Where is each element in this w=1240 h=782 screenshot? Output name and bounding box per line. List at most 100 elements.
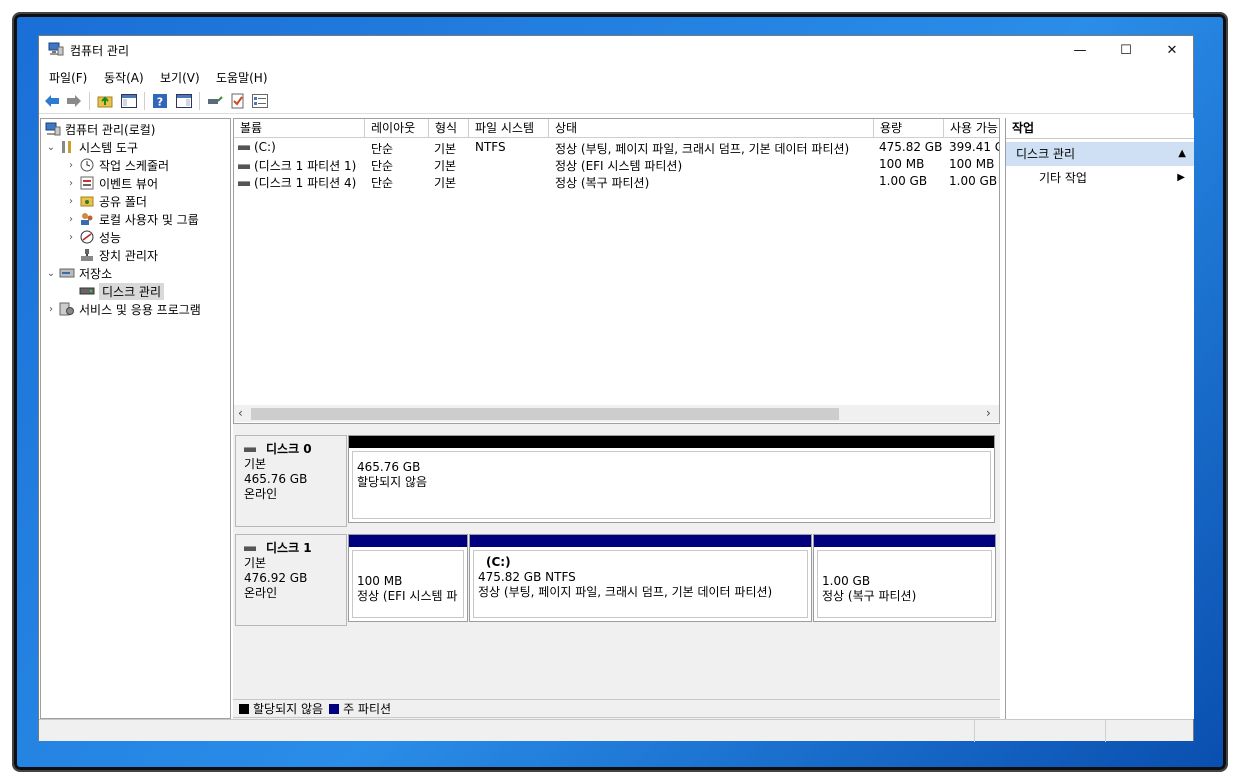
back-arrow-icon[interactable] (43, 92, 61, 110)
column-header-volume[interactable]: 볼륨 (234, 119, 365, 138)
menu-action[interactable]: 동작(A) (104, 69, 144, 86)
column-header-capacity[interactable]: 용량 (874, 119, 944, 138)
tree-item-event-viewer[interactable]: › 이벤트 뷰어 (65, 174, 158, 192)
tree-label: 로컬 사용자 및 그룹 (99, 212, 199, 227)
chevron-right-icon[interactable]: › (65, 214, 77, 225)
horizontal-scrollbar[interactable]: ‹ › (234, 405, 999, 422)
chevron-down-icon[interactable]: ⌄ (45, 268, 57, 279)
partition-size: 1.00 GB (822, 574, 871, 588)
actions-section-label: 디스크 관리 (1016, 147, 1076, 161)
actions-more-actions[interactable]: 기타 작업 ▶ (1006, 168, 1194, 188)
column-header-status[interactable]: 상태 (549, 119, 874, 138)
tree-label: 디스크 관리 (99, 282, 165, 300)
capacity-cell: 1.00 GB (879, 174, 928, 188)
table-row[interactable]: (디스크 1 파티션 4) 단순 기본 정상 (복구 파티션) 1.00 GB … (234, 173, 999, 190)
partition-info: 100 MB 정상 (EFI 시스템 파 (352, 550, 464, 618)
performance-icon (79, 229, 95, 245)
disk-0-label[interactable]: 디스크 0 기본 465.76 GB 온라인 (235, 435, 347, 527)
partition-status: 정상 (복구 파티션) (822, 589, 917, 603)
actions-section-disk-management[interactable]: 디스크 관리 ▲ (1006, 142, 1194, 166)
up-folder-icon[interactable] (96, 92, 114, 110)
properties-icon[interactable] (229, 92, 247, 110)
users-icon (79, 211, 95, 227)
volume-cell: (디스크 1 파티션 4) (238, 174, 366, 191)
partition-efi[interactable]: 100 MB 정상 (EFI 시스템 파 (348, 534, 468, 622)
column-header-free[interactable]: 사용 가능 (944, 119, 999, 138)
column-header-file-system[interactable]: 파일 시스템 (469, 119, 549, 138)
partition-c-drive[interactable]: (C:) 475.82 GB NTFS 정상 (부팅, 페이지 파일, 크래시 … (469, 534, 812, 622)
table-row[interactable]: (C:) 단순 기본 NTFS 정상 (부팅, 페이지 파일, 크래시 덤프, … (234, 139, 999, 156)
layout-cell: 단순 (371, 142, 394, 156)
computer-management-window: 컴퓨터 관리 — ☐ ✕ 파일(F) 동작(A) 보기(V) 도움말(H) ? (38, 35, 1195, 742)
menu-view[interactable]: 보기(V) (160, 69, 200, 86)
forward-arrow-icon[interactable] (65, 92, 83, 110)
connect-icon[interactable] (206, 92, 224, 110)
chevron-right-icon[interactable]: › (65, 232, 77, 243)
legend-label-primary: 주 파티션 (343, 702, 392, 716)
tree-label: 성능 (99, 230, 122, 245)
scroll-left-icon[interactable]: ‹ (238, 406, 243, 420)
table-row[interactable]: (디스크 1 파티션 1) 단순 기본 정상 (EFI 시스템 파티션) 100… (234, 156, 999, 173)
chevron-right-icon[interactable]: › (65, 196, 77, 207)
disk-name: 디스크 0 (266, 442, 312, 456)
chevron-right-icon[interactable]: › (45, 304, 57, 315)
details-pane: 볼륨 레이아웃 형식 파일 시스템 상태 용량 사용 가능 (C:) 단순 기본… (233, 118, 1000, 719)
actions-header: 작업 (1006, 118, 1194, 139)
status-bar (39, 719, 1193, 742)
help-icon[interactable]: ? (151, 92, 169, 110)
minimize-button[interactable]: — (1057, 36, 1103, 64)
scroll-right-icon[interactable]: › (986, 406, 991, 420)
tree-item-disk-management[interactable]: 디스크 관리 (77, 282, 165, 300)
scroll-thumb[interactable] (251, 408, 839, 420)
collapse-up-icon[interactable]: ▲ (1178, 142, 1186, 166)
drive-icon (238, 164, 250, 169)
tree-label: 컴퓨터 관리(로컬) (65, 122, 156, 137)
tree-item-task-scheduler[interactable]: › 작업 스케줄러 (65, 156, 169, 174)
clock-icon (79, 157, 95, 173)
event-viewer-icon (79, 175, 95, 191)
show-hide-tree-icon[interactable] (120, 92, 138, 110)
disk-kind: 기본 (244, 457, 267, 471)
column-header-layout[interactable]: 레이아웃 (365, 119, 429, 138)
close-button[interactable]: ✕ (1149, 36, 1195, 64)
services-icon (59, 301, 75, 317)
drive-icon (238, 181, 250, 186)
chevron-right-icon[interactable]: › (65, 160, 77, 171)
tree-label: 서비스 및 응용 프로그램 (79, 302, 201, 317)
disk-1-label[interactable]: 디스크 1 기본 476.92 GB 온라인 (235, 534, 347, 626)
partition-color-bar (814, 535, 995, 547)
menu-help[interactable]: 도움말(H) (216, 69, 268, 86)
computer-management-icon (48, 42, 64, 56)
show-hide-action-icon[interactable] (175, 92, 193, 110)
tree-item-device-manager[interactable]: 장치 관리자 (77, 246, 158, 264)
tree-item-root[interactable]: 컴퓨터 관리(로컬) (43, 120, 155, 138)
partition-info: 1.00 GB 정상 (복구 파티션) (817, 550, 992, 618)
partition-size: 100 MB (357, 574, 403, 588)
maximize-button[interactable]: ☐ (1103, 36, 1149, 64)
list-icon[interactable] (251, 92, 269, 110)
partition-unallocated-disk0[interactable]: 465.76 GB 할당되지 않음 (348, 435, 995, 523)
capacity-cell: 100 MB (879, 157, 925, 171)
tree-item-performance[interactable]: › 성능 (65, 228, 121, 246)
tree-item-storage[interactable]: ⌄ 저장소 (45, 264, 112, 282)
menu-file[interactable]: 파일(F) (49, 69, 87, 86)
partition-color-bar (349, 436, 994, 448)
svg-text:?: ? (157, 96, 163, 109)
column-header-type[interactable]: 형식 (429, 119, 469, 138)
disk-name: 디스크 1 (266, 541, 312, 555)
chevron-down-icon[interactable]: ⌄ (45, 142, 57, 153)
tree-item-local-users[interactable]: › 로컬 사용자 및 그룹 (65, 210, 199, 228)
tree-item-services-apps[interactable]: › 서비스 및 응용 프로그램 (45, 300, 201, 318)
tree-item-system-tools[interactable]: ⌄ 시스템 도구 (45, 138, 138, 156)
drive-icon (238, 145, 250, 150)
type-cell: 기본 (434, 142, 457, 156)
volume-list: 볼륨 레이아웃 형식 파일 시스템 상태 용량 사용 가능 (C:) 단순 기본… (233, 118, 1000, 424)
chevron-right-icon[interactable]: › (65, 178, 77, 189)
free-cell: 399.41 G (949, 140, 1000, 154)
tree-item-shared-folders[interactable]: › 공유 폴더 (65, 192, 147, 210)
free-cell: 1.00 GB (949, 174, 998, 188)
partition-label (357, 559, 463, 574)
partition-recovery[interactable]: 1.00 GB 정상 (복구 파티션) (813, 534, 996, 622)
more-actions-label: 기타 작업 (1039, 171, 1087, 185)
volume-name: (디스크 1 파티션 4) (254, 176, 357, 190)
